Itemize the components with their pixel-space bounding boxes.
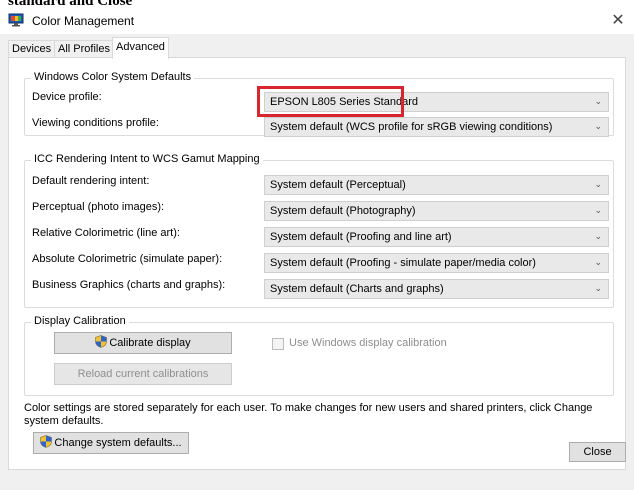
business-graphics-select[interactable]: System default (Charts and graphs) ⌄ bbox=[264, 279, 609, 299]
relative-colorimetric-select[interactable]: System default (Proofing and line art) ⌄ bbox=[264, 227, 609, 247]
calibrate-display-label: Calibrate display bbox=[109, 337, 191, 349]
uac-shield-icon bbox=[40, 435, 53, 448]
tab-devices[interactable]: Devices bbox=[8, 40, 56, 58]
relative-colorimetric-value: System default (Proofing and line art) bbox=[270, 231, 452, 243]
color-management-icon bbox=[8, 13, 24, 27]
business-graphics-label: Business Graphics (charts and graphs): bbox=[32, 279, 226, 291]
default-intent-label: Default rendering intent: bbox=[32, 175, 150, 187]
chevron-down-icon: ⌄ bbox=[594, 258, 602, 268]
chevron-down-icon: ⌄ bbox=[594, 206, 602, 216]
advanced-tab-panel: Windows Color System Defaults Device pro… bbox=[8, 57, 626, 470]
use-windows-calibration-label: Use Windows display calibration bbox=[289, 337, 447, 349]
default-intent-value: System default (Perceptual) bbox=[270, 179, 406, 191]
display-calibration-group: Display Calibration Calibrate display Us… bbox=[24, 315, 614, 396]
default-intent-select[interactable]: System default (Perceptual) ⌄ bbox=[264, 175, 609, 195]
device-profile-label: Device profile: bbox=[32, 91, 102, 103]
absolute-colorimetric-value: System default (Proofing - simulate pape… bbox=[270, 257, 536, 269]
absolute-colorimetric-select[interactable]: System default (Proofing - simulate pape… bbox=[264, 253, 609, 273]
viewing-conditions-label: Viewing conditions profile: bbox=[32, 117, 159, 129]
dialog-body: Devices All Profiles Advanced Windows Co… bbox=[0, 34, 634, 490]
perceptual-value: System default (Photography) bbox=[270, 205, 416, 217]
highlight-annotation bbox=[257, 86, 404, 117]
title-bar: Color Management ✕ bbox=[0, 8, 634, 34]
business-graphics-value: System default (Charts and graphs) bbox=[270, 283, 444, 295]
wcs-defaults-group: Windows Color System Defaults Device pro… bbox=[24, 71, 614, 137]
close-button[interactable]: Close bbox=[569, 442, 626, 462]
perceptual-label: Perceptual (photo images): bbox=[32, 201, 165, 213]
uac-shield-icon bbox=[95, 335, 108, 348]
window-close-icon[interactable]: ✕ bbox=[608, 10, 628, 30]
wcs-defaults-legend: Windows Color System Defaults bbox=[31, 71, 195, 83]
chevron-down-icon: ⌄ bbox=[594, 284, 602, 294]
chevron-down-icon: ⌄ bbox=[594, 122, 602, 132]
perceptual-select[interactable]: System default (Photography) ⌄ bbox=[264, 201, 609, 221]
reload-calibrations-button[interactable]: Reload current calibrations bbox=[54, 363, 232, 385]
viewing-conditions-value: System default (WCS profile for sRGB vie… bbox=[270, 121, 553, 133]
calibrate-display-button[interactable]: Calibrate display bbox=[54, 332, 232, 354]
tab-advanced[interactable]: Advanced bbox=[112, 37, 169, 59]
icc-mapping-group: ICC Rendering Intent to WCS Gamut Mappin… bbox=[24, 153, 614, 308]
chevron-down-icon: ⌄ bbox=[594, 180, 602, 190]
absolute-colorimetric-label: Absolute Colorimetric (simulate paper): bbox=[32, 253, 223, 265]
footer-note: Color settings are stored separately for… bbox=[24, 402, 593, 427]
window-title: Color Management bbox=[32, 14, 135, 28]
tab-all-profiles[interactable]: All Profiles bbox=[54, 40, 114, 58]
use-windows-calibration-checkbox[interactable] bbox=[272, 338, 284, 350]
viewing-conditions-select[interactable]: System default (WCS profile for sRGB vie… bbox=[264, 117, 609, 137]
change-system-defaults-label: Change system defaults... bbox=[54, 437, 182, 449]
chevron-down-icon: ⌄ bbox=[594, 97, 602, 107]
relative-colorimetric-label: Relative Colorimetric (line art): bbox=[32, 227, 180, 239]
icc-mapping-legend: ICC Rendering Intent to WCS Gamut Mappin… bbox=[31, 153, 263, 165]
display-calibration-legend: Display Calibration bbox=[31, 315, 129, 327]
change-system-defaults-button[interactable]: Change system defaults... bbox=[33, 432, 189, 454]
chevron-down-icon: ⌄ bbox=[594, 232, 602, 242]
